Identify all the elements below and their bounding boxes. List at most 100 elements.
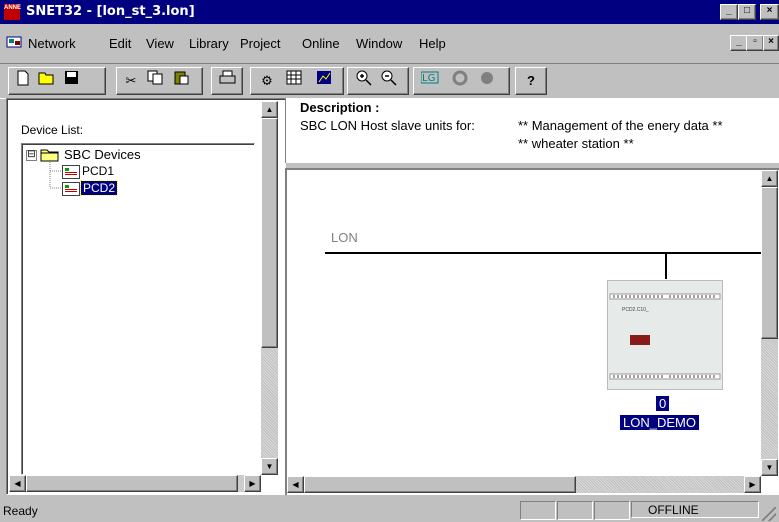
menu-window[interactable]: Window [356,36,402,51]
close-icon: × [766,5,773,16]
menu-project[interactable]: Project [240,36,280,51]
tree-item-pcd2[interactable]: PCD2 [79,180,119,196]
settings-icon[interactable]: ⚙ [256,70,278,92]
description-box: Description : SBC LON Host slave units f… [285,98,779,163]
chart-icon[interactable] [313,70,335,92]
lon-icon[interactable]: LG [419,70,441,92]
app-icon-text: ANNE [4,5,22,11]
toolbar-group-zoom [347,67,409,95]
device-icon [62,165,80,179]
toolbar-group-tools: ⚙ [250,67,344,95]
scroll-thumb[interactable] [304,476,576,493]
description-line-2: ** wheater station ** [518,136,634,151]
device-icon [62,182,80,196]
plc-module-icon [608,281,722,389]
scroll-right-icon[interactable]: ▶ [744,476,761,493]
bus-drop-line [665,253,667,279]
device-tree[interactable]: ⊟ SBC Devices PCD1 PCD2 [21,143,255,475]
help-icon[interactable]: ? [520,70,542,92]
tree-item-pcd1[interactable]: PCD1 [82,164,114,178]
tree-root-label[interactable]: SBC Devices [64,147,141,162]
grid-icon[interactable] [283,70,305,92]
toolbar-group-print [211,67,243,95]
save-icon[interactable] [60,70,82,92]
svg-text:LG: LG [422,73,435,84]
tree-expander[interactable]: ⊟ [26,150,37,161]
status-bar: Ready OFFLINE [0,499,779,522]
toolbar-group-file [8,67,106,95]
menu-network[interactable]: Network [28,36,76,51]
device-model-label: PCD2.C10_ [622,307,649,313]
status-panel-2 [557,501,593,520]
scroll-thumb[interactable] [261,118,278,348]
description-heading: Description : [300,100,380,115]
collapse-icon: ⊟ [27,149,36,160]
device-list-pane: Device List: ⊟ SBC Devices PCD1 PCD2 ▲ ▼… [6,98,286,495]
network-hscroll[interactable]: ◀ ▶ [287,476,761,493]
menu-edit[interactable]: Edit [109,36,131,51]
zoom-out-icon[interactable] [378,70,400,92]
status-panel-3 [594,501,630,520]
device-name[interactable]: LON_DEMO [620,415,699,430]
bus-label: LON [331,230,358,245]
description-prefix: SBC LON Host slave units for: [300,118,475,133]
minimize-icon: _ [736,36,742,47]
restore-icon: ▫ [753,36,757,47]
network-vscroll[interactable]: ▲ ▼ [761,170,778,476]
refresh-icon[interactable] [449,70,471,92]
scroll-up-icon[interactable]: ▲ [261,101,278,118]
app-icon[interactable]: ANNE [4,4,22,20]
status-panel-1 [520,501,556,520]
child-restore-button[interactable]: ▫ [746,35,764,51]
zoom-in-icon[interactable] [353,70,375,92]
left-hscroll[interactable]: ◀ ▶ [9,475,261,492]
toolbar-group-edit: ✂ [116,67,203,95]
scroll-down-icon[interactable]: ▼ [761,459,778,476]
scroll-left-icon[interactable]: ◀ [9,475,26,492]
folder-icon [40,148,60,162]
menu-library[interactable]: Library [189,36,229,51]
device-pcd2-module[interactable]: PCD2.C10_ [607,280,723,390]
window-title: SNET32 - [lon_st_3.lon] [26,4,195,19]
scroll-up-icon[interactable]: ▲ [761,170,778,187]
lon-bus-line [325,252,765,254]
project-pane: Description : SBC LON Host slave units f… [285,98,779,495]
close-icon: × [768,36,774,47]
scroll-thumb[interactable] [761,187,778,339]
child-close-button[interactable]: × [763,35,779,51]
connection-status-text: OFFLINE [648,503,699,517]
menu-online[interactable]: Online [302,36,340,51]
device-address: 0 [656,396,670,411]
menu-help[interactable]: Help [419,36,446,51]
description-line-1: ** Management of the enery data ** [518,118,723,133]
scroll-left-icon[interactable]: ◀ [287,476,304,493]
copy-icon[interactable] [144,70,166,92]
cut-icon[interactable]: ✂ [120,70,142,92]
network-view[interactable]: LON PCD2.C10_ 0 LON_DEMO ▲ ▼ ◀ ▶ [285,168,779,495]
maximize-icon: □ [743,5,751,16]
resize-grip-icon[interactable] [762,507,776,521]
connection-status: OFFLINE [631,501,759,518]
device-list-label: Device List: [21,123,84,137]
scroll-down-icon[interactable]: ▼ [261,458,278,475]
menu-bar: Network Edit View Library Project Online… [0,30,779,56]
scroll-right-icon[interactable]: ▶ [244,475,261,492]
stop-icon[interactable] [476,70,498,92]
minimize-button[interactable]: _ [720,4,738,20]
open-icon[interactable] [36,70,58,92]
maximize-button[interactable]: □ [738,4,756,20]
left-vscroll[interactable]: ▲ ▼ [261,101,278,475]
document-icon[interactable] [6,35,22,49]
print-icon[interactable] [216,70,238,92]
close-button[interactable]: × [760,4,779,20]
title-bar[interactable]: ANNE SNET32 - [lon_st_3.lon] _ □ × [0,0,779,24]
paste-icon[interactable] [170,70,192,92]
menu-view[interactable]: View [146,36,174,51]
status-text: Ready [3,504,38,518]
toolbar-group-online: LG [413,67,510,95]
scroll-thumb[interactable] [26,475,238,492]
toolbar-group-help: ? [515,67,547,95]
new-icon[interactable] [12,70,34,92]
minimize-icon: _ [726,5,732,16]
toolbar: ✂ ⚙ LG ? [0,63,779,99]
